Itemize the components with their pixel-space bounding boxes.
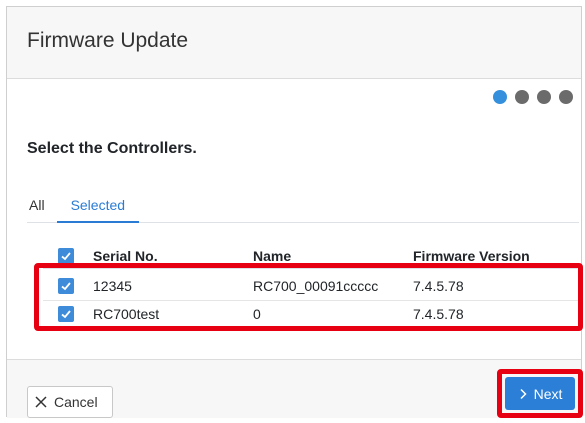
firmware-update-dialog: Firmware Update Select the Controllers. … (6, 6, 583, 418)
select-all-checkbox[interactable] (58, 248, 74, 264)
column-header-serial[interactable]: Serial No. (93, 248, 158, 264)
chevron-right-icon (520, 388, 527, 399)
next-button-highlight: Next (497, 369, 583, 418)
column-header-name[interactable]: Name (253, 248, 291, 264)
section-title: Select the Controllers. (27, 140, 197, 157)
column-header-firmware[interactable]: Firmware Version (413, 248, 530, 264)
cancel-button[interactable]: Cancel (27, 386, 113, 418)
step-dot-2 (515, 90, 529, 104)
tab-bar: All Selected (27, 189, 579, 223)
dialog-title: Firmware Update (27, 29, 189, 52)
tab-selected[interactable]: Selected (56, 189, 140, 223)
step-indicator (493, 90, 573, 104)
dialog-header: Firmware Update (7, 7, 581, 79)
close-icon (35, 396, 47, 408)
rows-highlight-box (34, 263, 583, 331)
cancel-label: Cancel (54, 394, 98, 410)
step-dot-4 (559, 90, 573, 104)
next-label: Next (533, 385, 563, 402)
next-button[interactable]: Next (505, 377, 575, 410)
step-dot-3 (537, 90, 551, 104)
step-dot-1 (493, 90, 507, 104)
dialog-footer: Cancel Next (7, 359, 583, 418)
checkmark-icon (61, 252, 71, 261)
tab-all[interactable]: All (27, 189, 57, 223)
